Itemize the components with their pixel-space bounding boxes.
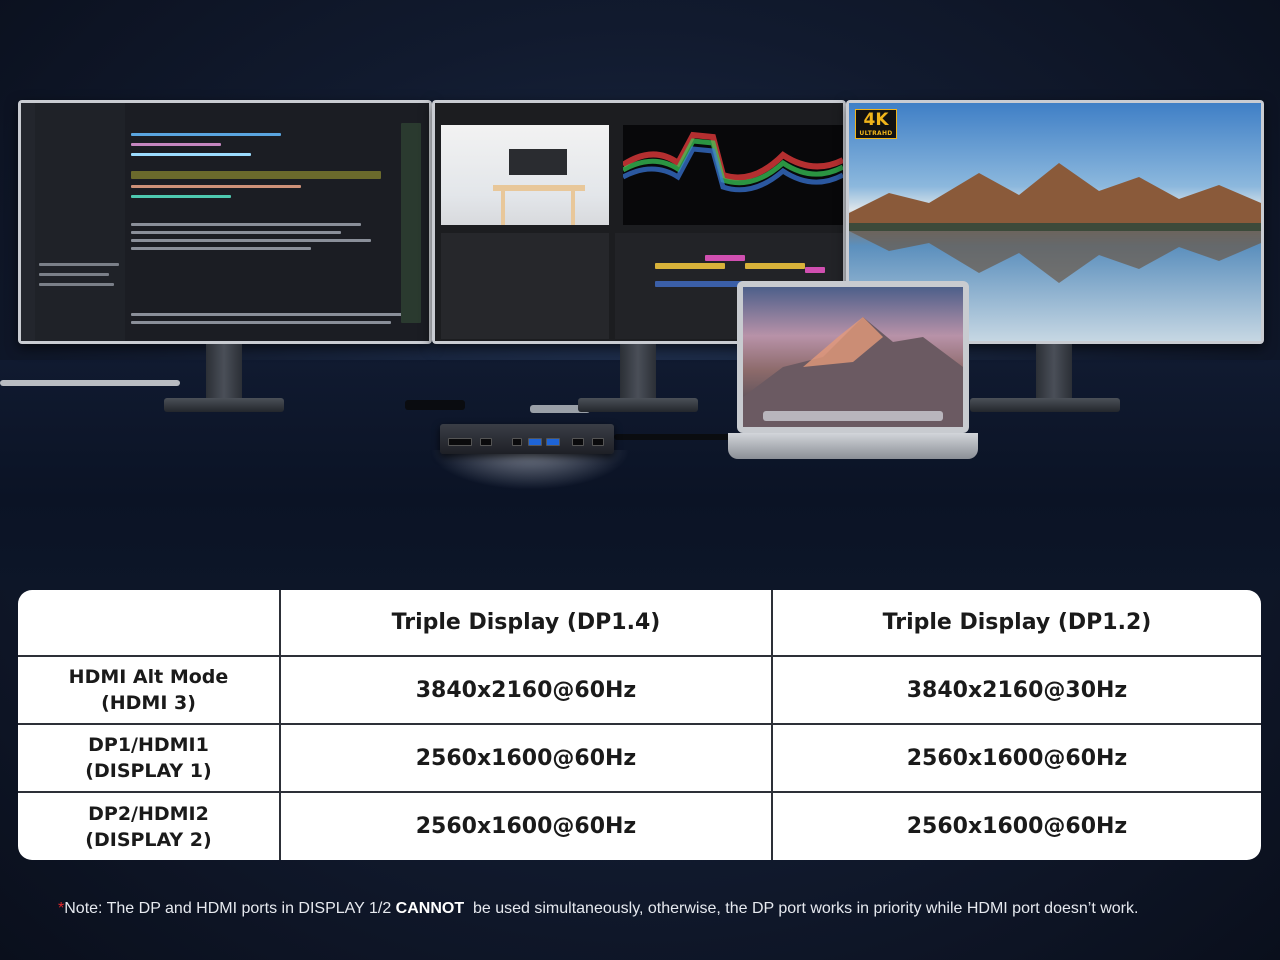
note-suffix: be used simultaneously, otherwise, the D…	[464, 900, 1139, 917]
file-tree	[35, 103, 125, 341]
usb-c-port	[572, 438, 584, 446]
product-scene: 4K ULTRAHD	[0, 0, 1280, 590]
note-emphasis: CANNOT	[395, 900, 465, 917]
footnote: *Note: The DP and HDMI ports in DISPLAY …	[58, 900, 1258, 918]
monitor-stand-base	[164, 398, 284, 412]
code-editor-screen	[21, 103, 429, 341]
code-line	[39, 283, 114, 286]
monitor-stand	[206, 344, 242, 400]
laptop-screen	[743, 287, 963, 427]
cell-hdmi3-dp14: 3840x2160@60Hz	[281, 657, 773, 725]
cell-display2-dp12: 2560x1600@60Hz	[906, 814, 1128, 839]
preview-panel	[441, 125, 609, 225]
cable	[405, 400, 465, 410]
cable	[614, 434, 739, 440]
row-label-hdmi3: HDMI Alt Mode (HDMI 3)	[18, 657, 281, 725]
docking-station	[440, 424, 614, 454]
code-line	[131, 239, 371, 242]
code-line	[131, 321, 391, 324]
preview-monitor	[509, 149, 567, 175]
code-line	[39, 273, 109, 276]
monitor-stand	[1036, 344, 1072, 400]
activity-bar	[21, 103, 35, 341]
usb-c-port	[592, 438, 604, 446]
timeline-clip	[655, 263, 725, 269]
preview-desk-leg	[501, 191, 505, 225]
timeline-clip	[805, 267, 825, 273]
code-line	[131, 313, 411, 316]
dock-port	[448, 438, 472, 446]
dock-port	[512, 438, 522, 446]
badge-sub-text: ULTRAHD	[859, 130, 893, 137]
table-header-dp14: Triple Display (DP1.4)	[281, 590, 773, 657]
code-line	[131, 143, 221, 146]
cell-display1-dp12: 2560x1600@60Hz	[773, 725, 1261, 793]
dock-light-glow	[430, 450, 630, 490]
monitor-stand-base	[578, 398, 698, 412]
display-spec-table: Triple Display (DP1.4) Triple Display (D…	[18, 590, 1261, 860]
row-label-display2: DP2/HDMI2 (DISPLAY 2)	[18, 793, 281, 860]
row-label-display1: DP1/HDMI1 (DISPLAY 1)	[18, 725, 281, 793]
4k-ultrahd-badge: 4K ULTRAHD	[855, 109, 897, 139]
timeline-clip	[705, 255, 745, 261]
monitor-stand-base	[970, 398, 1120, 412]
code-line	[131, 133, 281, 136]
note-prefix: Note: The DP and HDMI ports in DISPLAY 1…	[64, 900, 396, 917]
usb-port	[528, 438, 542, 446]
code-line	[131, 223, 361, 226]
code-line	[131, 195, 231, 198]
code-line	[131, 231, 341, 234]
laptop-mountain-wallpaper	[743, 317, 963, 427]
cell-display1-dp14: 2560x1600@60Hz	[281, 725, 773, 793]
left-monitor	[18, 100, 432, 344]
code-line	[131, 153, 251, 156]
table-header-dp12: Triple Display (DP1.2)	[773, 590, 1261, 657]
code-line	[131, 171, 381, 179]
effects-panel	[441, 233, 609, 339]
code-line	[131, 185, 301, 188]
cable	[0, 380, 180, 386]
monitor-stand	[620, 344, 656, 400]
code-line	[401, 123, 421, 323]
laptop-base	[728, 433, 978, 459]
table-header-blank	[18, 590, 281, 657]
timeline-clip	[745, 263, 805, 269]
badge-main-text: 4K	[863, 110, 889, 130]
preview-desk-leg	[571, 191, 575, 225]
cell-hdmi3-dp12: 3840x2160@30Hz	[773, 657, 1261, 725]
dock-port	[480, 438, 492, 446]
cell-display2-dp14: 2560x1600@60Hz	[281, 793, 773, 860]
color-scope-panel	[623, 125, 843, 225]
code-line	[39, 263, 119, 266]
usb-port	[546, 438, 560, 446]
scope-waveform	[623, 131, 843, 193]
laptop-lid	[737, 281, 969, 433]
code-line	[131, 247, 311, 250]
